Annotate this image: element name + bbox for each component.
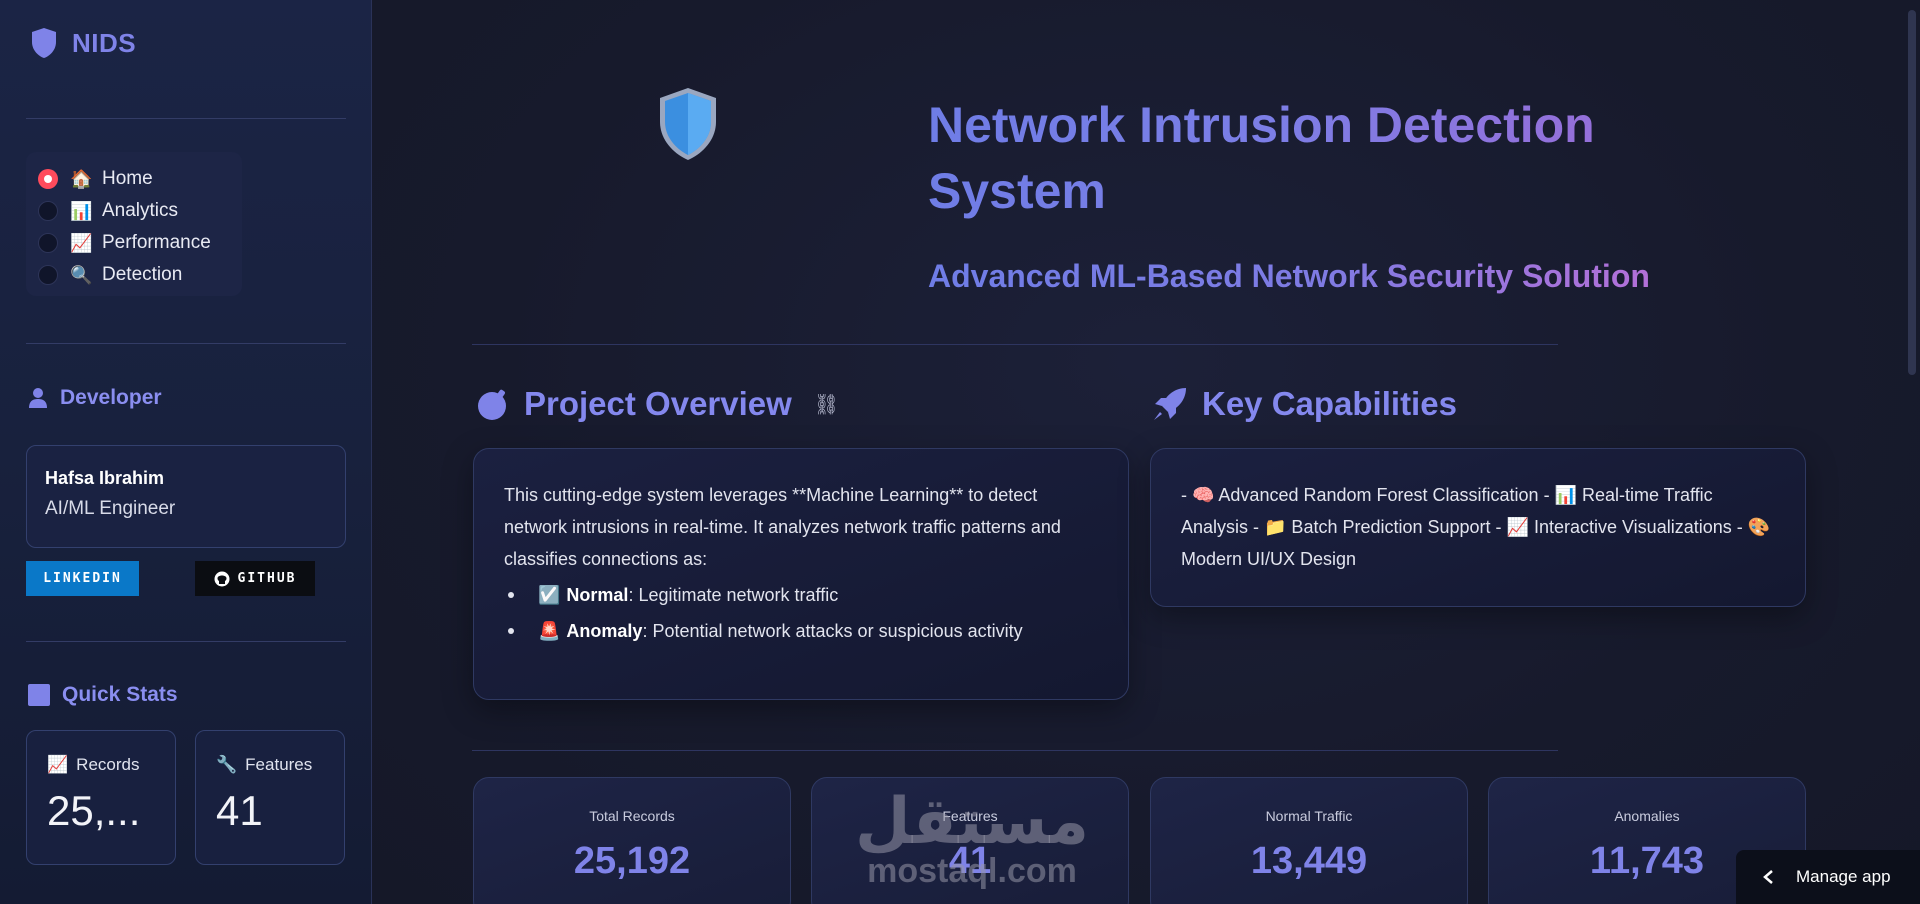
list-item: ☑️ Normal : Legitimate network traffic — [504, 577, 1098, 613]
main-divider — [472, 344, 1558, 345]
app-root: NIDS 🏠 Home 📊 Analytics 📈 Performance 🔍 — [0, 0, 1920, 904]
radio[interactable] — [38, 201, 58, 221]
stat-card-records: 📈 Records 25,... — [26, 730, 176, 865]
developer-role: AI/ML Engineer — [45, 498, 176, 519]
stat-features-value: 41 — [216, 787, 263, 834]
list-item: 🚨 Anomaly : Potential network attacks or… — [504, 613, 1098, 649]
main-content: Network Intrusion Detection System Advan… — [372, 0, 1920, 904]
sidebar: NIDS 🏠 Home 📊 Analytics 📈 Performance 🔍 — [0, 0, 372, 904]
nav-item-analytics[interactable]: 📊 Analytics — [38, 195, 242, 227]
home-icon: 🏠 — [70, 168, 93, 189]
metric-value: 13,449 — [1250, 840, 1368, 882]
linkedin-badge[interactable]: LINKEDIN — [26, 561, 139, 596]
brand: NIDS — [30, 27, 136, 59]
bullet — [508, 628, 514, 634]
nav-item-detection[interactable]: 🔍 Detection — [38, 259, 242, 291]
stat-features-label-row: 🔧 Features — [216, 755, 344, 775]
developer-name: Hafsa Ibrahim — [45, 468, 165, 488]
sidebar-divider — [26, 343, 346, 344]
github-icon — [214, 571, 230, 586]
overview-title: Project Overview — [524, 385, 792, 422]
brand-name: NIDS — [72, 27, 137, 58]
list-item-text: : Legitimate network traffic — [628, 585, 839, 605]
wrench-icon: 🔧 — [216, 755, 238, 774]
quick-stats-title: Quick Stats — [62, 683, 178, 706]
radio[interactable] — [38, 265, 58, 285]
stat-records-label-row: 📈 Records — [47, 755, 175, 775]
nav-item-performance[interactable]: 📈 Performance — [38, 227, 242, 259]
github-badge[interactable]: GITHUB — [195, 561, 315, 596]
radio-selected[interactable] — [38, 169, 58, 189]
metric-label: Anomalies — [1614, 808, 1680, 824]
trend-up-icon: 📈 — [70, 232, 93, 253]
capabilities-heading: Key Capabilities — [1152, 385, 1457, 423]
magnifier-icon: 🔍 — [70, 264, 93, 285]
stat-features-label: Features — [245, 755, 313, 774]
page-title: Network Intrusion Detection System — [928, 92, 1688, 224]
metric-label: Total Records — [589, 808, 675, 824]
developer-heading: Developer — [28, 386, 162, 410]
user-icon — [29, 388, 47, 408]
metric-value: 25,192 — [573, 840, 691, 882]
nav-label-home: Home — [102, 168, 153, 189]
bullet — [508, 592, 514, 598]
scrollbar[interactable] — [1908, 10, 1916, 375]
metric-label: Normal Traffic — [1265, 808, 1353, 824]
main-divider — [472, 750, 1558, 751]
metric-card-normal-traffic: Normal Traffic 13,449 — [1150, 777, 1468, 904]
developer-title: Developer — [60, 386, 162, 409]
stat-records-value: 25,... — [47, 787, 141, 834]
page-subtitle: Advanced ML-Based Network Security Solut… — [928, 258, 1650, 294]
metric-card-total-records: Total Records 25,192 — [473, 777, 791, 904]
list-item-bold: Anomaly — [566, 621, 643, 641]
stat-records-label: Records — [76, 755, 140, 774]
list-item-text: : Potential network attacks or suspiciou… — [642, 621, 1023, 641]
github-label: GITHUB — [237, 571, 297, 586]
overview-panel: This cutting-edge system leverages **Mac… — [473, 448, 1129, 700]
radio[interactable] — [38, 233, 58, 253]
chart-up-icon: 📈 — [47, 755, 69, 774]
shield-icon — [660, 88, 716, 160]
bar-chart-icon: 📊 — [70, 200, 93, 221]
sidebar-divider — [26, 118, 346, 119]
manage-app-label: Manage app — [1796, 867, 1891, 886]
quick-stats-heading: Quick Stats — [28, 683, 178, 707]
capabilities-panel: - 🧠 Advanced Random Forest Classificatio… — [1150, 448, 1806, 607]
nav-item-home[interactable]: 🏠 Home — [38, 163, 242, 195]
metric-value: 41 — [948, 840, 992, 882]
stat-card-features: 🔧 Features 41 — [195, 730, 345, 865]
siren-icon: 🚨 — [538, 621, 561, 641]
rocket-icon — [1154, 388, 1186, 420]
nav-label-performance: Performance — [102, 232, 211, 253]
chevron-left-icon — [1763, 870, 1773, 884]
overview-list: ☑️ Normal : Legitimate network traffic 🚨… — [504, 577, 1098, 649]
bomb-icon — [478, 389, 506, 420]
square-icon — [28, 684, 50, 706]
manage-app-button[interactable]: Manage app — [1736, 850, 1920, 904]
shield-icon — [32, 28, 56, 58]
nav-label-analytics: Analytics — [102, 200, 179, 221]
link-icon[interactable]: ⛓ — [814, 392, 839, 417]
nav-radio-group: 🏠 Home 📊 Analytics 📈 Performance 🔍 Detec… — [26, 152, 242, 296]
nav-label-detection: Detection — [102, 264, 183, 285]
checkbox-icon: ☑️ — [538, 585, 561, 605]
linkedin-label: LINKEDIN — [43, 571, 122, 586]
sidebar-divider — [26, 641, 346, 642]
developer-card: Hafsa Ibrahim AI/ML Engineer — [26, 445, 346, 548]
overview-heading: Project Overview ⛓ — [476, 385, 839, 423]
metric-label: Features — [942, 808, 998, 824]
capabilities-title: Key Capabilities — [1202, 385, 1457, 422]
list-item-bold: Normal — [566, 585, 629, 605]
overview-intro: This cutting-edge system leverages **Mac… — [504, 485, 1061, 569]
capabilities-text: - 🧠 Advanced Random Forest Classificatio… — [1181, 485, 1771, 569]
metric-card-features: Features 41 — [811, 777, 1129, 904]
